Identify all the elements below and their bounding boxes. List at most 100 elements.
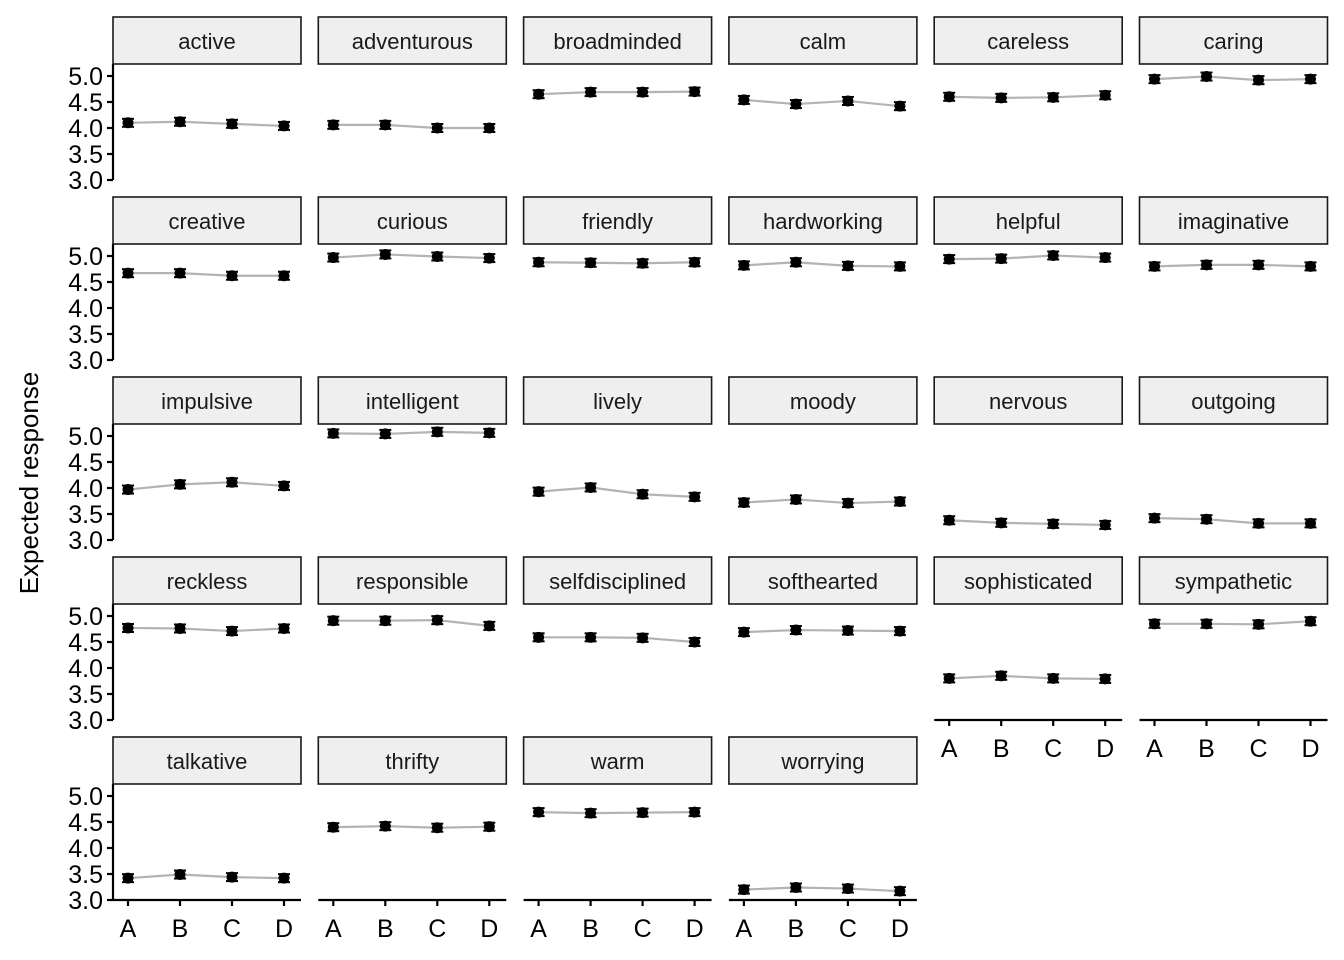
data-point — [894, 260, 906, 272]
data-point — [842, 260, 854, 272]
data-point — [174, 478, 186, 490]
facet-panel-hardworking: hardworking — [728, 196, 918, 272]
series-line — [333, 253, 490, 260]
data-point — [894, 625, 906, 637]
y-tick-label: 4.0 — [68, 475, 103, 503]
data-point — [483, 252, 495, 264]
facet-panel-outgoing: outgoing — [1138, 376, 1329, 529]
strip-label: active — [178, 29, 235, 54]
facet-panel-adventurous: adventurous — [317, 16, 508, 134]
x-tick-label: D — [891, 915, 909, 943]
data-point — [1149, 260, 1160, 272]
data-point — [689, 636, 701, 648]
x-tick-label: B — [993, 735, 1010, 763]
x-tick-label: B — [377, 915, 394, 943]
data-point — [894, 885, 906, 897]
data-point — [637, 257, 649, 269]
data-point — [174, 116, 186, 128]
data-point — [278, 120, 290, 132]
data-point — [585, 807, 597, 819]
x-tick-label: C — [428, 915, 446, 943]
data-point — [1047, 249, 1059, 261]
data-point — [1201, 513, 1212, 525]
y-tick-label: 4.5 — [68, 449, 103, 477]
y-tick-label: 3.5 — [68, 501, 103, 529]
data-point — [943, 253, 955, 265]
facet-panel-caring: caring — [1138, 16, 1329, 86]
facet-panel-nervous: nervous — [933, 376, 1124, 531]
facet-panel-broadminded: broadminded — [522, 16, 713, 100]
series-line — [538, 811, 695, 815]
data-point — [1099, 673, 1111, 685]
data-point — [431, 122, 443, 134]
data-point — [327, 252, 339, 264]
y-tick-label: 4.5 — [68, 269, 103, 297]
data-point — [790, 624, 802, 636]
data-point — [278, 622, 290, 634]
data-point — [842, 95, 854, 107]
data-point — [1253, 74, 1264, 86]
data-point — [689, 256, 701, 268]
faceted-line-chart: Expected response active3.03.54.04.55.0a… — [14, 16, 1329, 943]
y-tick-label: 4.0 — [68, 835, 103, 863]
x-tick-label: C — [634, 915, 652, 943]
facet-panel-softhearted: softhearted — [728, 556, 918, 638]
strip-label: warm — [590, 749, 645, 774]
data-point — [1305, 615, 1316, 627]
y-axis-label: Expected response — [14, 372, 44, 595]
data-point — [1149, 73, 1160, 85]
data-point — [278, 480, 290, 492]
data-point — [533, 806, 545, 818]
data-point — [1201, 71, 1212, 83]
facet-panel-intelligent: intelligent — [317, 376, 508, 440]
x-tick-label: B — [172, 915, 189, 943]
facet-panel-talkative: talkative 3.03.54.04.55.0 A B C D — [68, 736, 302, 943]
data-point — [483, 427, 495, 439]
data-point — [1201, 259, 1212, 271]
y-tick-label: 5.0 — [68, 603, 103, 631]
y-tick-label: 3.0 — [68, 347, 103, 375]
data-point — [689, 491, 701, 503]
data-point — [1305, 73, 1316, 85]
y-tick-label: 3.0 — [68, 707, 103, 735]
series-line — [949, 94, 1106, 99]
data-point — [226, 270, 238, 282]
x-tick-label: B — [788, 915, 805, 943]
series-line — [1154, 75, 1311, 82]
series-line — [538, 261, 695, 265]
data-point — [637, 86, 649, 98]
series-line — [127, 120, 285, 128]
data-point — [1305, 517, 1316, 529]
x-tick-label: A — [941, 735, 958, 763]
series-line — [333, 619, 490, 627]
facet-panel-sophisticated: sophisticated A B C D — [933, 556, 1124, 763]
x-tick-label: A — [736, 915, 753, 943]
facet-panel-moody: moody — [728, 376, 918, 509]
data-point — [894, 100, 906, 112]
series-line — [743, 498, 900, 505]
series-line — [1154, 517, 1311, 525]
data-point — [122, 872, 134, 884]
strip-label: responsible — [356, 569, 469, 594]
data-point — [738, 94, 750, 106]
x-tick-label: D — [480, 915, 498, 943]
facet-panel-helpful: helpful — [933, 196, 1124, 265]
data-point — [1253, 259, 1264, 271]
data-point — [122, 622, 134, 634]
series-line — [949, 674, 1106, 681]
strip-label: calm — [800, 29, 846, 54]
y-tick-label: 4.5 — [68, 629, 103, 657]
data-point — [689, 806, 701, 818]
series-line — [127, 626, 285, 633]
series-line — [743, 98, 901, 108]
data-point — [637, 488, 649, 500]
y-tick-label: 3.0 — [68, 887, 103, 915]
data-point — [842, 625, 854, 637]
data-point — [943, 514, 955, 526]
data-point — [790, 493, 802, 505]
data-point — [1047, 518, 1059, 530]
data-point — [431, 822, 443, 834]
y-tick-label: 3.5 — [68, 681, 103, 709]
facet-panel-warm: warm A B C D — [522, 736, 713, 943]
strip-label: worrying — [780, 749, 864, 774]
